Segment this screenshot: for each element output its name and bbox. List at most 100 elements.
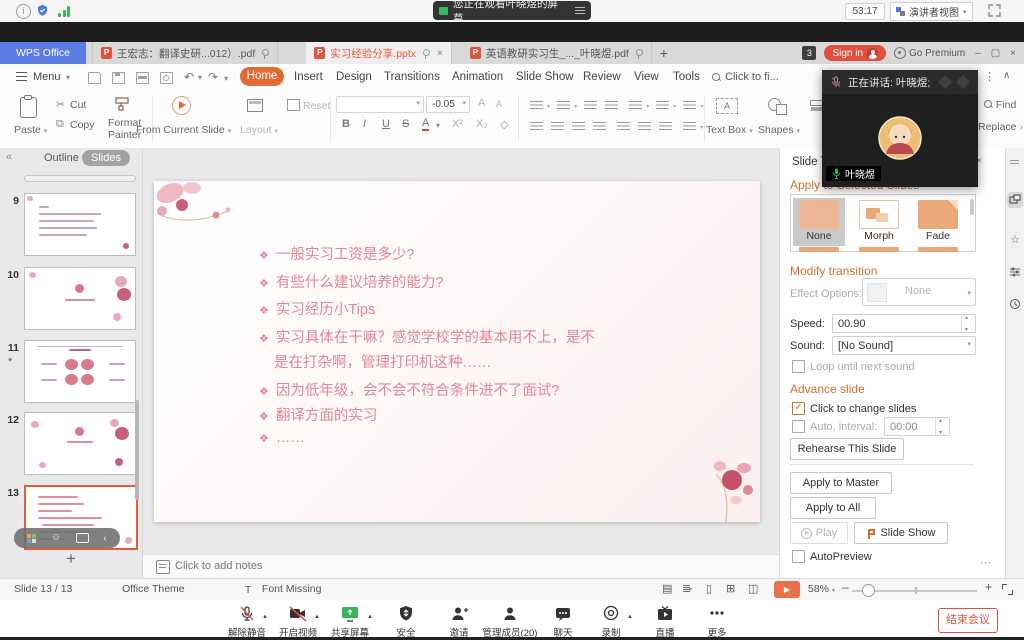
split-view-icon[interactable]: ◫ xyxy=(748,582,758,595)
emoji-icon[interactable]: ☺ xyxy=(51,533,61,543)
font-color-button[interactable]: A xyxy=(422,118,429,131)
normal-view-icon[interactable]: ▯ xyxy=(706,582,712,595)
zoom-level[interactable]: 58% xyxy=(808,583,829,595)
new-tab-button[interactable]: + xyxy=(652,42,676,64)
subscript-button[interactable]: X₂ xyxy=(476,118,488,130)
apply-to-master-button[interactable]: Apply to Master xyxy=(790,472,892,494)
speed-spinner[interactable] xyxy=(961,315,975,332)
pin-icon[interactable] xyxy=(634,49,643,58)
print-preview-icon[interactable] xyxy=(160,72,173,84)
pin-icon[interactable] xyxy=(421,49,430,58)
doc-count-badge[interactable]: 3 xyxy=(802,46,816,60)
fullscreen-expand-icon[interactable] xyxy=(988,4,1001,17)
auto-interval-input[interactable]: 00:00 xyxy=(884,417,950,436)
zoom-caret[interactable]: ▾ xyxy=(832,587,835,594)
slide-thumbnail-9[interactable] xyxy=(24,193,136,256)
properties-pane-icon[interactable] xyxy=(1007,264,1023,280)
share-screen-button[interactable]: 共享屏幕 xyxy=(318,605,382,639)
slide-show-button[interactable]: Slide Show xyxy=(854,522,948,544)
transition-pane-icon[interactable] xyxy=(1007,192,1023,208)
transition-morph[interactable]: Morph xyxy=(853,198,905,246)
reset-button[interactable]: Reset xyxy=(303,100,330,112)
click-to-change-checkbox[interactable]: ✓ xyxy=(792,402,805,415)
grow-font-button[interactable]: A xyxy=(478,97,485,109)
theme-name[interactable]: Office Theme xyxy=(122,583,185,595)
tab-outline[interactable]: Outline xyxy=(44,152,79,164)
italic-button[interactable]: I xyxy=(363,118,366,130)
history-pane-icon[interactable] xyxy=(1007,296,1023,312)
find-button[interactable]: Find xyxy=(984,99,1016,111)
banner-menu-icon[interactable] xyxy=(575,10,585,11)
tab-transitions[interactable]: Transitions xyxy=(384,71,440,83)
animation-pane-icon[interactable]: ☆ xyxy=(1007,232,1023,248)
underline-button[interactable]: U xyxy=(382,118,390,130)
shrink-font-button[interactable]: A xyxy=(496,99,502,109)
highlight-button[interactable]: ◇ xyxy=(500,118,508,131)
font-missing-indicator[interactable]: T Font Missing xyxy=(245,583,321,596)
tab-tools[interactable]: Tools xyxy=(673,71,700,83)
loop-checkbox[interactable] xyxy=(792,360,805,373)
more-options-icon[interactable]: ⋮ xyxy=(984,70,995,83)
layout-button[interactable]: Layout ▾ xyxy=(240,124,278,136)
add-slide-button[interactable]: + xyxy=(56,548,86,570)
tab-animation[interactable]: Animation xyxy=(452,71,503,83)
shapes-button[interactable]: Shapes ▾ xyxy=(758,124,800,136)
sign-in-button[interactable]: Sign in xyxy=(824,45,886,61)
slide-thumbnail-10[interactable] xyxy=(24,267,136,330)
save-icon[interactable] xyxy=(112,72,125,84)
notes-bar[interactable]: Click to add notes xyxy=(143,554,779,578)
close-window-icon[interactable]: × xyxy=(1010,48,1016,59)
menu-label[interactable]: Menu xyxy=(33,71,61,83)
tab-home[interactable]: Home xyxy=(240,67,284,86)
collapse-ribbon-icon[interactable]: ∧ xyxy=(1003,70,1010,81)
transition-fade[interactable]: Fade xyxy=(912,198,964,246)
bold-button[interactable]: B xyxy=(342,118,350,130)
apply-to-all-button[interactable]: Apply to All xyxy=(790,497,876,519)
ribbon-search[interactable]: Click to fi... xyxy=(712,71,779,83)
paragraph-icons-row1[interactable]: ▾ ▾ ▾ ▾ ▾ xyxy=(526,101,703,113)
panel-scrollbar-horizontal[interactable] xyxy=(24,175,136,182)
comment-icon[interactable] xyxy=(76,533,89,543)
undo-icon[interactable]: ↶ xyxy=(184,70,194,84)
play-button[interactable]: Play xyxy=(790,522,848,544)
transition-none[interactable]: None xyxy=(793,198,845,246)
gallery-scrollbar[interactable] xyxy=(970,199,974,215)
slideshow-play-button[interactable]: ▶ xyxy=(774,581,800,598)
paragraph-icons-row2[interactable]: ▾ xyxy=(526,122,703,134)
shield-icon[interactable] xyxy=(36,4,49,17)
effect-options-dropdown[interactable]: None ▾ xyxy=(862,278,976,306)
layout-picker-icon[interactable] xyxy=(27,534,36,543)
more-button[interactable]: 更多 xyxy=(685,605,749,639)
paste-button[interactable]: Paste ▾ xyxy=(14,124,47,136)
outline-view-caret[interactable]: ▾ xyxy=(689,586,692,593)
collapse-panel-icon[interactable]: « xyxy=(6,151,12,163)
notes-view-icon[interactable]: ▤ xyxy=(662,582,672,595)
zoom-in-icon[interactable]: + xyxy=(985,580,992,594)
font-size-combo[interactable]: -0.05 ▾ xyxy=(426,96,470,113)
rehearse-button[interactable]: Rehearse This Slide xyxy=(790,438,904,460)
collapse-toolbar-icon[interactable]: ‹ xyxy=(103,533,106,544)
rail-menu-icon[interactable] xyxy=(1010,160,1019,161)
tab-design[interactable]: Design xyxy=(336,71,372,83)
restore-window-icon[interactable]: ▢ xyxy=(991,48,1000,59)
tab-slide-show[interactable]: Slide Show xyxy=(516,71,574,83)
copy-button[interactable]: Copy xyxy=(70,119,95,131)
print-icon[interactable] xyxy=(136,72,149,84)
pin-icon[interactable] xyxy=(260,49,269,58)
undo-caret-icon[interactable]: ▾ xyxy=(198,73,202,82)
tab-doc-1[interactable]: P 王宏志：翻译史研...012）.pdf xyxy=(92,42,278,64)
tab-insert[interactable]: Insert xyxy=(294,71,323,83)
speaker-video-overlay[interactable]: 正在讲话: 叶晓煜; 叶晓煜 xyxy=(822,70,978,187)
tab-review[interactable]: Review xyxy=(583,71,621,83)
view-mode-button[interactable]: 演讲者视图 ▾ xyxy=(890,2,973,21)
panel-more-icon[interactable]: ⋯ xyxy=(980,556,991,569)
share-options-caret[interactable]: ▲ xyxy=(367,614,373,620)
slide-thumbnail-12[interactable] xyxy=(24,412,136,475)
fit-to-window-icon[interactable] xyxy=(1002,584,1013,595)
paste-icon[interactable] xyxy=(20,97,37,118)
slide-sorter-icon[interactable]: ⊞ xyxy=(726,582,735,595)
watching-screen-banner[interactable]: 您正在观看叶晓煜的屏幕 xyxy=(433,1,591,20)
slide-thumbnail-11[interactable] xyxy=(24,340,136,403)
menu-hamburger-icon[interactable] xyxy=(16,76,27,77)
from-current-slide-icon[interactable] xyxy=(172,96,191,115)
